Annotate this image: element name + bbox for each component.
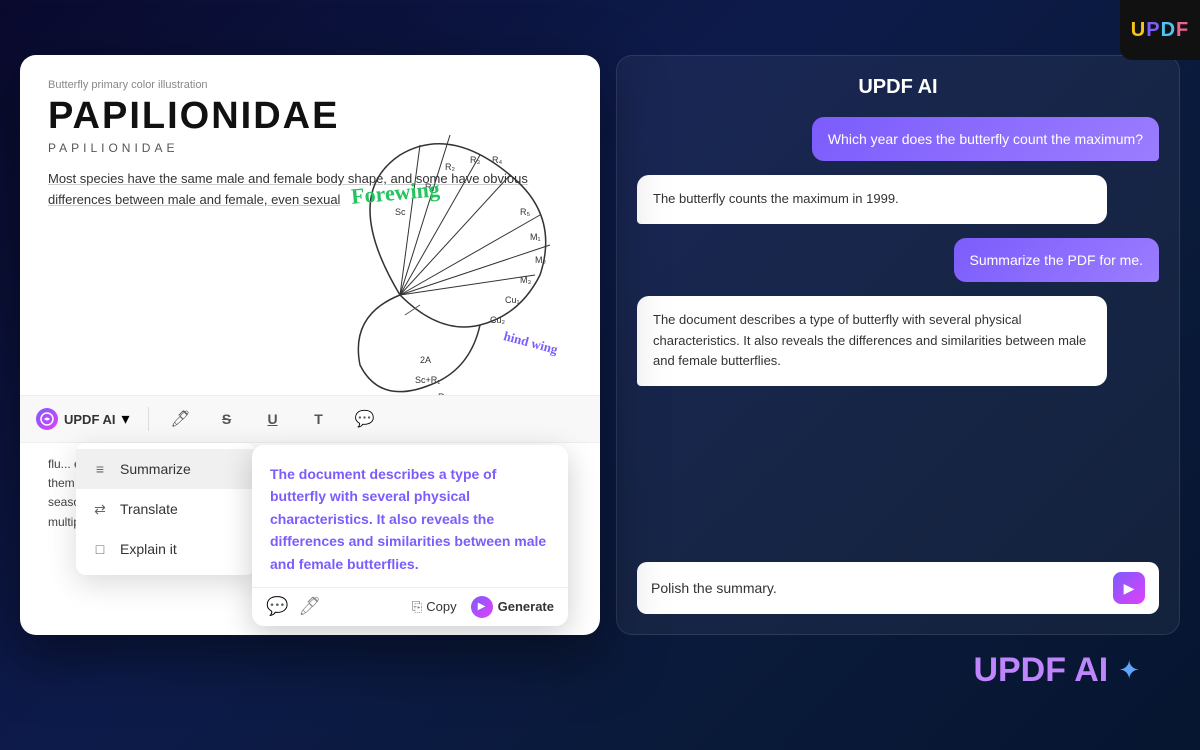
svg-text:R₄: R₄ (492, 155, 502, 165)
svg-text:Sc+R₁: Sc+R₁ (415, 375, 440, 385)
ai-panel-title: UPDF AI (637, 76, 1159, 99)
main-container: Butterfly primary color illustration PAP… (20, 55, 1180, 730)
logo-f: F (1176, 19, 1189, 41)
copy-button[interactable]: ⎘ Copy (412, 599, 457, 615)
chat-input-area: ▶ (637, 562, 1159, 614)
user-message-1: Which year does the butterfly count the … (812, 117, 1159, 161)
logo-d: D (1161, 19, 1176, 41)
toolbar-highlight-btn[interactable]: 🖊 (167, 405, 195, 433)
updf-logo-corner: UPDF (1120, 0, 1200, 60)
dropdown-translate[interactable]: ⇄ Translate (76, 489, 256, 529)
svg-text:M₂: M₂ (535, 255, 546, 265)
updf-ai-icon (36, 408, 58, 430)
wing-diagram: R₂ R₃ R₄ R₁ Sc R₅ M₁ M₂ M₃ Cu₁ Cu₂ 2A Sc… (320, 115, 580, 415)
pdf-panel: Butterfly primary color illustration PAP… (20, 55, 600, 635)
svg-text:R₃: R₃ (470, 155, 480, 165)
toolbar-chevron: ▾ (122, 409, 130, 429)
svg-text:M₃: M₃ (520, 275, 531, 285)
summarize-icon: ≡ (90, 459, 110, 479)
toolbar-underline-btn[interactable]: U (259, 405, 287, 433)
toolbar-text-btn[interactable]: T (305, 405, 333, 433)
dropdown-explain[interactable]: □ Explain it (76, 529, 256, 569)
ai-message-1: The butterfly counts the maximum in 1999… (637, 175, 1107, 224)
updf-ai-brand: UPDF AI ✦ (973, 651, 1140, 690)
toolbar-comment-btn[interactable]: 💬 (351, 405, 379, 433)
svg-text:Sc: Sc (395, 207, 406, 217)
svg-text:M₁: M₁ (530, 232, 541, 242)
comment-btn[interactable]: 💬 (266, 596, 288, 617)
user-message-2-wrapper: Summarize the PDF for me. (637, 238, 1159, 282)
summarize-label: Summarize (120, 461, 191, 477)
generate-label: Generate (498, 599, 554, 614)
generate-button[interactable]: ▶ Generate (471, 596, 554, 618)
sparkle-icon: ✦ (1118, 655, 1140, 686)
explain-icon: □ (90, 539, 110, 559)
toolbar-separator (148, 407, 149, 431)
updf-logo-text: UPDF (1131, 19, 1189, 42)
chat-spacer (637, 400, 1159, 548)
toolbar-updf-ai[interactable]: UPDF AI ▾ (36, 408, 130, 430)
summarize-bottom-bar: 💬 🖊 ⎘ Copy ▶ Generate (252, 587, 568, 626)
butterfly-area: Forewing hind wing R₂ R₃ R₄ R₁ (320, 115, 580, 415)
chat-send-button[interactable]: ▶ (1113, 572, 1145, 604)
svg-text:Cu₁: Cu₁ (505, 295, 520, 305)
translate-icon: ⇄ (90, 499, 110, 519)
translate-label: Translate (120, 501, 178, 517)
svg-text:R₅: R₅ (520, 207, 530, 217)
pdf-subtitle: Butterfly primary color illustration (48, 79, 572, 91)
updf-ai-brand-text: UPDF AI (973, 651, 1108, 690)
chat-input[interactable] (651, 580, 1105, 596)
pdf-toolbar: UPDF AI ▾ 🖊 S U T 💬 (20, 395, 600, 443)
user-message-2: Summarize the PDF for me. (954, 238, 1160, 282)
highlight-btn[interactable]: 🖊 (298, 596, 321, 617)
summarize-popup: The document describes a type of butterf… (252, 445, 568, 626)
ai-dropdown-menu: ≡ Summarize ⇄ Translate □ Explain it (76, 443, 256, 575)
summarize-text-area: The document describes a type of butterf… (252, 445, 568, 587)
copy-label: Copy (426, 599, 456, 614)
explain-label: Explain it (120, 541, 177, 557)
svg-text:R₂: R₂ (445, 162, 455, 172)
summarize-result-text: The document describes a type of butterf… (270, 463, 550, 575)
svg-text:Cu₂: Cu₂ (490, 315, 506, 325)
logo-p: P (1146, 19, 1160, 41)
ai-chat-panel: UPDF AI Which year does the butterfly co… (616, 55, 1180, 635)
logo-u: U (1131, 19, 1146, 41)
send-icon: ▶ (1124, 580, 1135, 597)
toolbar-ai-label: UPDF AI (64, 412, 116, 427)
generate-icon: ▶ (471, 596, 493, 618)
dropdown-summarize[interactable]: ≡ Summarize (76, 449, 256, 489)
toolbar-strikethrough-btn[interactable]: S (213, 405, 241, 433)
svg-text:2A: 2A (420, 355, 431, 365)
user-message-1-wrapper: Which year does the butterfly count the … (637, 117, 1159, 161)
ai-message-2: The document describes a type of butterf… (637, 296, 1107, 386)
